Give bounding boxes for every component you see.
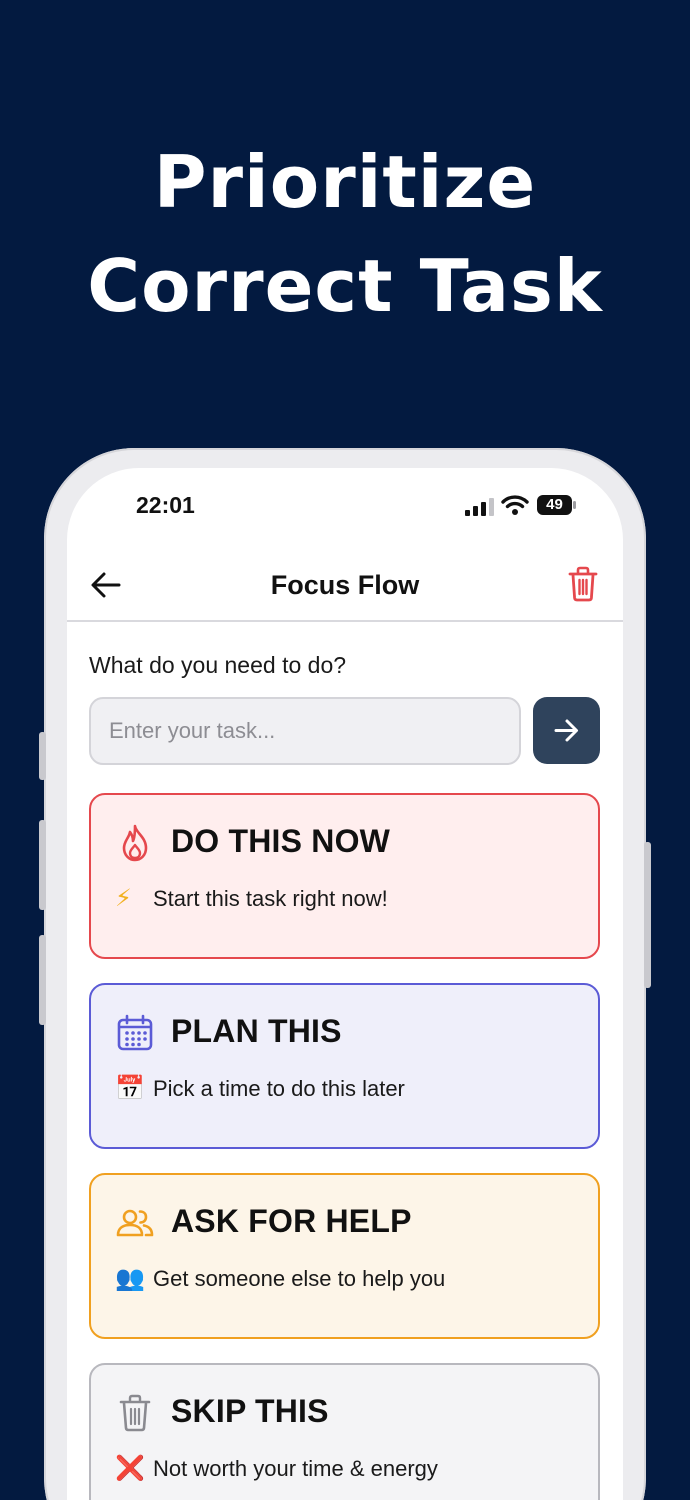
headline-line-2: Correct Task [87,244,603,328]
cross-mark-emoji-icon: ❌ [115,1454,145,1482]
battery-icon: 49 [537,495,577,515]
submit-task-button[interactable] [533,697,600,764]
card-title: DO THIS NOW [171,823,391,859]
navigation-bar: Focus Flow [67,554,623,622]
card-subtitle: Not worth your time & energy [153,1456,438,1481]
app-title: Focus Flow [270,570,420,600]
status-bar: 22:01 49 [67,468,623,548]
cellular-signal-icon [465,498,494,516]
trash-icon [119,1394,151,1432]
app-screen: 22:01 49 Focus Flow What do you need to … [67,468,623,1500]
task-prompt-label: What do you need to do? [89,652,347,678]
lightning-emoji-icon: ⚡ [115,884,132,912]
calendar-emoji-icon: 📅 [115,1074,145,1102]
priority-card-ask-help[interactable]: ASK FOR HELP 👥 Get someone else to help … [89,1173,600,1339]
card-title: ASK FOR HELP [171,1203,412,1239]
card-subtitle: Get someone else to help you [153,1266,446,1291]
priority-card-plan[interactable]: PLAN THIS 📅 Pick a time to do this later [89,983,600,1149]
task-input[interactable] [89,697,521,765]
people-emoji-icon: 👥 [115,1264,145,1292]
battery-level: 49 [546,496,563,513]
card-title: SKIP THIS [171,1393,329,1429]
phone-side-button [644,842,651,988]
card-subtitle: Pick a time to do this later [153,1076,405,1101]
card-title: PLAN THIS [171,1013,342,1049]
status-time: 22:01 [136,492,195,518]
marketing-headline: Prioritize Correct Task [0,130,690,338]
priority-card-skip[interactable]: SKIP THIS ❌ Not worth your time & energy [89,1363,600,1500]
headline-line-1: Prioritize [153,140,537,224]
calendar-icon [117,1014,153,1051]
flame-icon [122,824,148,862]
people-icon [116,1209,154,1237]
arrow-right-icon [554,719,578,742]
card-subtitle: Start this task right now! [153,886,388,911]
phone-side-button [39,935,46,1025]
wifi-icon [501,495,529,515]
phone-side-button [39,732,46,780]
delete-trash-icon[interactable] [567,566,599,602]
priority-card-do-now[interactable]: DO THIS NOW ⚡ Start this task right now! [89,793,600,959]
phone-side-button [39,820,46,910]
